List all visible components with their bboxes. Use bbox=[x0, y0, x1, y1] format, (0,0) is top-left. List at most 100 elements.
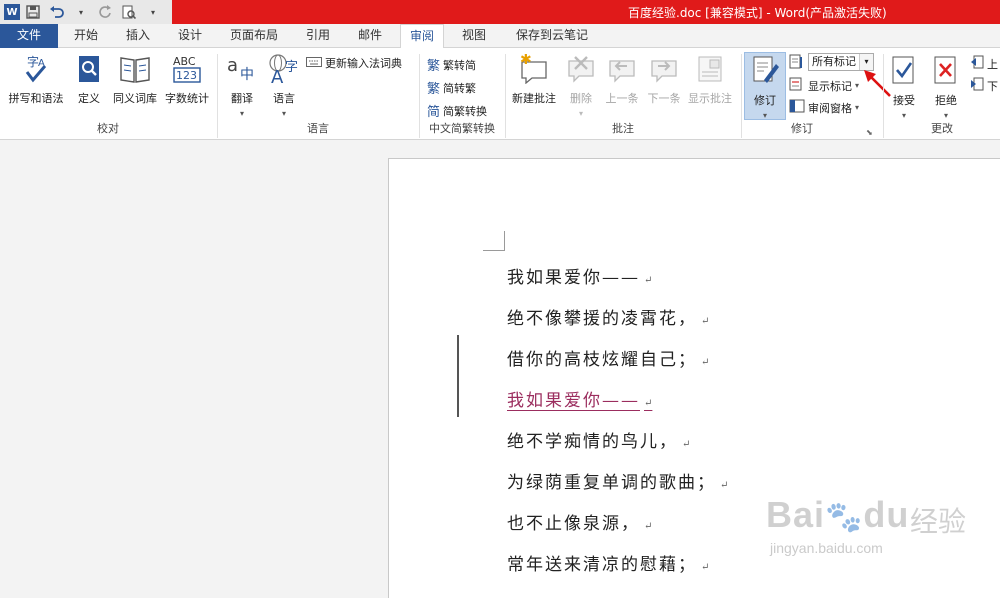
text-line[interactable]: 也不止像泉源， ↵ bbox=[507, 509, 652, 534]
next-change-icon bbox=[970, 77, 984, 94]
text-line[interactable]: 借你的高枝炫耀自己； ↵ bbox=[507, 345, 709, 370]
accept-label: 接受 bbox=[893, 94, 915, 107]
spelling-grammar-button[interactable]: 字A 拼写和语法 bbox=[2, 54, 70, 106]
traditional-to-simplified-button[interactable]: 繁 繁转简 bbox=[427, 55, 476, 75]
tab-mailings[interactable]: 邮件 bbox=[346, 24, 394, 48]
translate-label: 翻译 bbox=[231, 92, 253, 105]
new-comment-button[interactable]: ✱ 新建批注 bbox=[508, 52, 560, 106]
show-comments-button[interactable]: 显示批注 bbox=[684, 54, 736, 106]
tab-home[interactable]: 开始 bbox=[62, 24, 110, 48]
next-change-button[interactable]: 下 bbox=[970, 77, 998, 94]
revised-text-line[interactable]: 我如果爱你—— ↵ bbox=[507, 386, 652, 411]
chinese-conversion-label: 简繁转换 bbox=[443, 104, 488, 118]
tab-insert[interactable]: 插入 bbox=[114, 24, 162, 48]
word-count-label: 字数统计 bbox=[165, 92, 209, 105]
line-text: 常年送来清凉的慰藉； bbox=[507, 555, 697, 575]
line-text: 为绿荫重复单调的歌曲； bbox=[507, 473, 716, 493]
undo-icon[interactable] bbox=[46, 1, 68, 23]
translate-dropdown-icon: ▾ bbox=[239, 109, 244, 118]
next-change-label: 下 bbox=[987, 79, 998, 93]
review-pane-button[interactable]: 审阅窗格 ▾ bbox=[789, 99, 859, 116]
svg-text:ABC: ABC bbox=[173, 55, 196, 68]
tab-view[interactable]: 视图 bbox=[450, 24, 498, 48]
tab-design[interactable]: 设计 bbox=[166, 24, 214, 48]
accept-button[interactable]: 接受 ▾ bbox=[886, 54, 922, 121]
review-pane-dropdown-icon: ▾ bbox=[855, 103, 860, 112]
track-changes-button[interactable]: 修订 ▾ bbox=[745, 54, 785, 121]
previous-change-button[interactable]: 上 bbox=[970, 55, 998, 72]
review-pane-label: 审阅窗格 bbox=[808, 101, 852, 115]
delete-comment-button[interactable]: 删除 ▾ bbox=[564, 54, 598, 119]
word-logo-icon[interactable]: W bbox=[4, 4, 20, 20]
text-line[interactable]: 为绿荫重复单调的歌曲； ↵ bbox=[507, 468, 728, 493]
previous-comment-button[interactable]: 上一条 bbox=[602, 54, 642, 106]
text-line[interactable]: 绝不像攀援的凌霄花， ↵ bbox=[507, 304, 709, 329]
chinese-conversion-icon: 简 bbox=[427, 105, 441, 120]
paragraph-mark: ↵ bbox=[682, 439, 691, 450]
define-button[interactable]: 定义 bbox=[72, 54, 106, 106]
svg-text:123: 123 bbox=[176, 69, 197, 82]
previous-comment-icon bbox=[602, 54, 642, 87]
language-button[interactable]: A字 语言 ▾ bbox=[264, 54, 304, 119]
word-count-button[interactable]: ABC 123 字数统计 bbox=[162, 54, 212, 106]
translate-button[interactable]: a中 翻译 ▾ bbox=[224, 54, 260, 119]
reject-dropdown-icon: ▾ bbox=[943, 111, 948, 120]
print-preview-icon[interactable] bbox=[118, 1, 140, 23]
tab-review[interactable]: 审阅 bbox=[400, 24, 444, 49]
ribbon: 字A 拼写和语法 定义 同义词库 ABC 123 字数统计 校对 a中 翻译 ▾ … bbox=[0, 48, 1000, 140]
show-markup-button[interactable]: 显示标记 ▾ bbox=[789, 77, 859, 94]
save-icon[interactable] bbox=[22, 1, 44, 23]
undo-dropdown-icon[interactable]: ▾ bbox=[70, 1, 92, 23]
window-title: 百度经验.doc [兼容模式] - Word(产品激活失败) bbox=[628, 6, 887, 20]
markup-mode-icon bbox=[789, 54, 805, 70]
tab-save-to-cloud-note[interactable]: 保存到云笔记 bbox=[504, 24, 600, 48]
tab-references[interactable]: 引用 bbox=[294, 24, 342, 48]
tab-file[interactable]: 文件 bbox=[0, 24, 58, 48]
language-group-label: 语言 bbox=[307, 122, 329, 135]
next-comment-button[interactable]: 下一条 bbox=[644, 54, 684, 106]
markup-dropdown-value: 所有标记 bbox=[812, 55, 856, 68]
tab-layout[interactable]: 页面布局 bbox=[220, 24, 288, 48]
watermark-url: jingyan.baidu.com bbox=[770, 540, 883, 556]
word-count-icon: ABC 123 bbox=[162, 54, 212, 87]
paragraph-mark: ↵ bbox=[701, 357, 710, 368]
next-comment-icon bbox=[644, 54, 684, 87]
thesaurus-label: 同义词库 bbox=[113, 92, 157, 105]
redo-icon[interactable] bbox=[94, 1, 116, 23]
text-line[interactable]: 我如果爱你—— ↵ bbox=[507, 263, 652, 288]
reject-button[interactable]: 拒绝 ▾ bbox=[928, 54, 964, 121]
language-icon: A字 bbox=[264, 54, 304, 88]
dialog-launcher-icon[interactable]: ⬊ bbox=[866, 128, 873, 137]
change-bar bbox=[457, 335, 459, 417]
previous-change-icon bbox=[970, 55, 984, 72]
previous-change-label: 上 bbox=[987, 57, 998, 71]
paragraph-mark: ↵ bbox=[644, 398, 653, 409]
review-pane-icon bbox=[789, 99, 805, 116]
previous-comment-label: 上一条 bbox=[605, 92, 639, 105]
customize-icon[interactable]: ▾ bbox=[142, 1, 164, 23]
delete-comment-label: 删除 bbox=[570, 92, 592, 105]
comments-group-label: 批注 bbox=[612, 122, 634, 135]
text-line[interactable]: 绝不学痴情的鸟儿， ↵ bbox=[507, 427, 690, 452]
simplified-to-traditional-button[interactable]: 繁 简转繁 bbox=[427, 78, 476, 98]
text-line[interactable]: 常年送来清凉的慰藉； ↵ bbox=[507, 550, 709, 575]
thesaurus-button[interactable]: 同义词库 bbox=[108, 54, 162, 106]
accept-dropdown-icon: ▾ bbox=[901, 111, 906, 120]
accept-icon bbox=[886, 54, 922, 89]
reject-label: 拒绝 bbox=[935, 94, 957, 107]
watermark-cn: 经验 bbox=[910, 505, 967, 538]
language-dropdown-icon: ▾ bbox=[281, 109, 286, 118]
paragraph-mark: ↵ bbox=[720, 480, 729, 491]
watermark-brand: Bai🐾du bbox=[766, 494, 910, 535]
show-markup-dropdown-icon: ▾ bbox=[855, 81, 860, 90]
update-ime-dictionary-button[interactable]: 更新输入法词典 bbox=[306, 55, 402, 71]
svg-text:✱: ✱ bbox=[520, 54, 532, 68]
new-comment-label: 新建批注 bbox=[512, 92, 556, 105]
line-text: 绝不学痴情的鸟儿， bbox=[507, 432, 678, 452]
chinese-conversion-button[interactable]: 简 简繁转换 bbox=[427, 101, 488, 121]
changes-group-label: 更改 bbox=[931, 122, 953, 135]
title-bar: W ▾ ▾ 百度经验.doc [兼容模式] - Word(产品激活失败) bbox=[0, 0, 1000, 24]
svg-text:中: 中 bbox=[240, 67, 254, 83]
line-text: 也不止像泉源， bbox=[507, 514, 640, 534]
margin-corner-mark bbox=[483, 231, 505, 251]
